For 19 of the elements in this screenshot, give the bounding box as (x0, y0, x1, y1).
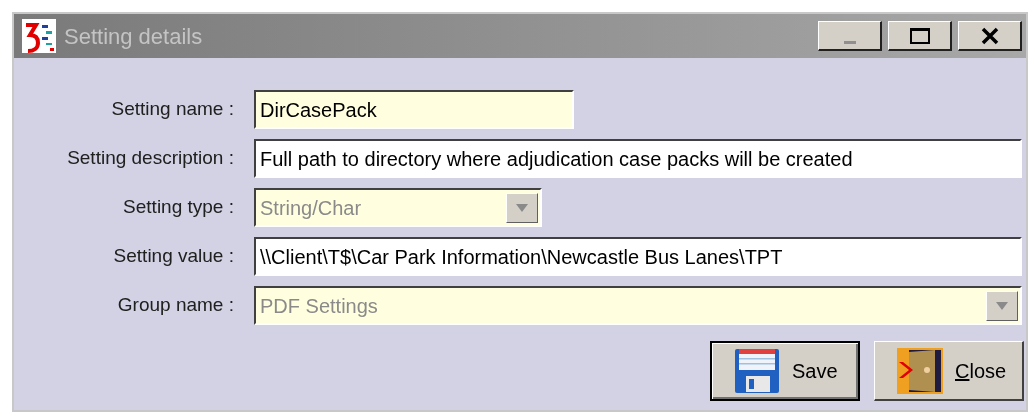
input-field[interactable]: Full path to directory where adjudication case packs will be created (254, 139, 1022, 178)
field-label: Setting type : (122, 195, 235, 220)
field-label: Setting name : (110, 97, 235, 122)
minimize-icon (843, 41, 856, 44)
save-button[interactable]: Save (710, 341, 860, 401)
maximize-icon (909, 27, 930, 44)
maximize-button[interactable] (888, 21, 952, 51)
field-label: Setting value : (112, 244, 235, 269)
close-button[interactable] (958, 21, 1022, 51)
close-button[interactable]: Close (874, 341, 1024, 401)
field-label: Group name : (116, 293, 235, 318)
close-icon (980, 26, 999, 45)
field-label: Setting description : (66, 146, 235, 171)
app-logo-icon (22, 19, 56, 53)
window-title: Setting details (64, 22, 203, 51)
minimize-button[interactable] (818, 21, 882, 51)
input-field[interactable]: \\Client\T$\Car Park Information\Newcastle Bus Lanes\TPT (254, 237, 1022, 276)
door-exit-icon (897, 347, 943, 394)
input-field[interactable]: DirCasePack (254, 90, 574, 129)
